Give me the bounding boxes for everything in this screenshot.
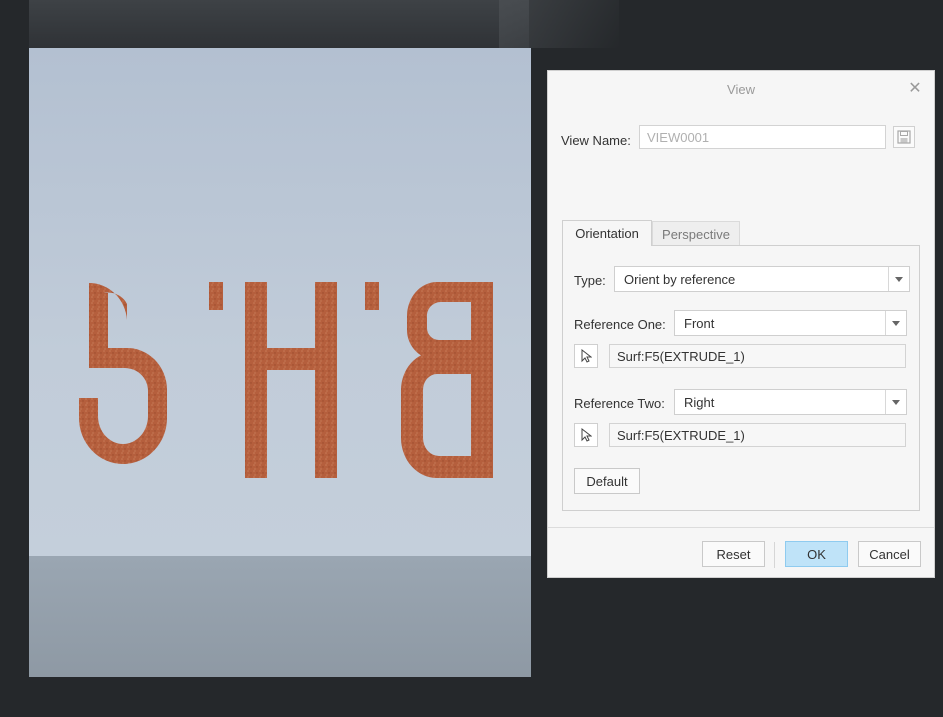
orientation-panel: Type: Orient by reference Reference One:… bbox=[562, 245, 920, 511]
button-divider bbox=[774, 542, 775, 568]
footer-divider bbox=[548, 527, 934, 528]
chevron-down-icon bbox=[888, 267, 909, 291]
letter-s-mirrored bbox=[79, 282, 168, 464]
letter-b-mirrored bbox=[401, 282, 493, 478]
reference-one-value: Front bbox=[684, 315, 715, 331]
model-svg bbox=[79, 282, 493, 478]
view-dialog: View ✕ View Name: Orientation Perspectiv… bbox=[547, 70, 935, 578]
reference-two-select-button[interactable] bbox=[574, 423, 598, 447]
save-icon bbox=[897, 130, 911, 144]
viewport-top-band bbox=[29, 0, 619, 48]
type-label: Type: bbox=[574, 273, 606, 288]
reference-two-value: Right bbox=[684, 394, 715, 410]
cursor-arrow-icon bbox=[581, 349, 592, 363]
reference-two-surface-field[interactable] bbox=[609, 423, 906, 447]
extruded-text-model[interactable] bbox=[67, 218, 527, 498]
save-view-button[interactable] bbox=[893, 126, 915, 148]
chevron-down-icon bbox=[885, 390, 906, 414]
reference-one-surface-field[interactable] bbox=[609, 344, 906, 368]
chevron-down-icon bbox=[885, 311, 906, 335]
dot-1 bbox=[209, 282, 223, 310]
view-name-input[interactable] bbox=[639, 125, 886, 149]
type-value: Orient by reference bbox=[624, 271, 736, 287]
letter-h bbox=[245, 282, 337, 478]
tab-orientation[interactable]: Orientation bbox=[562, 220, 652, 246]
type-dropdown[interactable]: Orient by reference bbox=[614, 266, 910, 292]
reference-two-dropdown[interactable]: Right bbox=[674, 389, 907, 415]
tab-perspective[interactable]: Perspective bbox=[652, 221, 740, 247]
default-button[interactable]: Default bbox=[574, 468, 640, 494]
reference-one-dropdown[interactable]: Front bbox=[674, 310, 907, 336]
reset-button[interactable]: Reset bbox=[702, 541, 765, 567]
dialog-title: View bbox=[727, 81, 755, 97]
viewport-floor bbox=[29, 556, 531, 677]
reference-one-label: Reference One: bbox=[574, 317, 666, 332]
app-window: View ✕ View Name: Orientation Perspectiv… bbox=[0, 0, 943, 717]
cancel-button[interactable]: Cancel bbox=[858, 541, 921, 567]
graphics-viewport[interactable] bbox=[29, 48, 531, 556]
reference-one-select-button[interactable] bbox=[574, 344, 598, 368]
view-name-label: View Name: bbox=[561, 133, 631, 148]
dot-2 bbox=[365, 282, 379, 310]
cursor-arrow-icon bbox=[581, 428, 592, 442]
reference-two-label: Reference Two: bbox=[574, 396, 665, 411]
ok-button[interactable]: OK bbox=[785, 541, 848, 567]
close-icon[interactable]: ✕ bbox=[906, 80, 924, 98]
